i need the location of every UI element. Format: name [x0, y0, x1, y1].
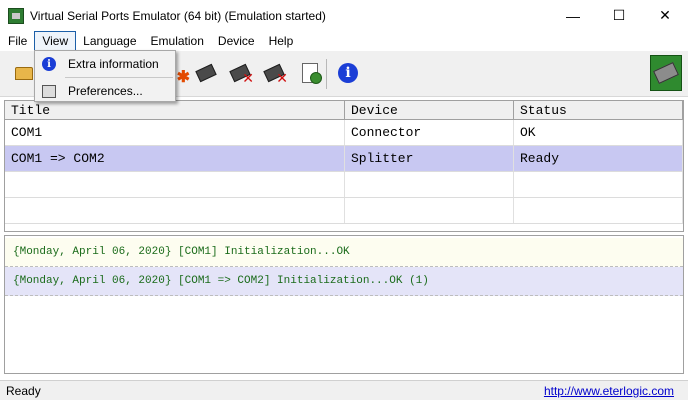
- log-settings-icon[interactable]: [298, 61, 322, 85]
- device-settings-icon[interactable]: [194, 61, 218, 85]
- empty-row: [5, 172, 683, 198]
- empty-cell: [5, 198, 345, 223]
- cell-title: COM1 => COM2: [5, 146, 345, 171]
- menu-emulation[interactable]: Emulation: [144, 31, 211, 51]
- cell-status: Ready: [514, 146, 683, 171]
- menu-item-label: Extra information: [68, 57, 159, 71]
- minimize-button[interactable]: —: [550, 0, 596, 31]
- cell-status: OK: [514, 120, 683, 145]
- cell-title: COM1: [5, 120, 345, 145]
- menu-file[interactable]: File: [1, 31, 34, 51]
- cell-device: Connector: [345, 120, 514, 145]
- empty-cell: [345, 172, 514, 197]
- empty-cell: [514, 172, 683, 197]
- menu-language[interactable]: Language: [76, 31, 143, 51]
- menu-view[interactable]: View: [34, 31, 77, 51]
- column-device[interactable]: Device: [345, 101, 514, 119]
- window-controls: — ☐ ✕: [550, 0, 688, 31]
- table-row[interactable]: COM1 Connector OK: [5, 120, 683, 146]
- column-status[interactable]: Status: [514, 101, 683, 119]
- app-icon: [8, 7, 24, 24]
- menu-extra-information[interactable]: i Extra information: [35, 52, 175, 76]
- delete-all-devices-icon[interactable]: ✕: [262, 61, 288, 87]
- close-button[interactable]: ✕: [642, 0, 688, 31]
- log-line: {Monday, April 06, 2020} [COM1] Initiali…: [5, 238, 683, 267]
- column-title[interactable]: Title: [5, 101, 345, 119]
- info-icon: i: [41, 56, 57, 72]
- menu-bar: File View Language Emulation Device Help: [0, 31, 688, 51]
- serial-port-logo-icon: [650, 55, 682, 91]
- empty-row: [5, 198, 683, 224]
- open-folder-icon[interactable]: [12, 61, 36, 85]
- info-icon[interactable]: i: [336, 61, 360, 85]
- menu-help[interactable]: Help: [262, 31, 301, 51]
- menu-preferences[interactable]: Preferences...: [35, 79, 175, 103]
- table-row-selected[interactable]: COM1 => COM2 Splitter Ready: [5, 146, 683, 172]
- view-dropdown-menu: i Extra information Preferences...: [34, 50, 176, 102]
- menu-item-label: Preferences...: [68, 84, 143, 98]
- status-bar: Ready http://www.eterlogic.com: [0, 380, 688, 400]
- menu-separator: [65, 77, 173, 78]
- empty-cell: [514, 198, 683, 223]
- log-panel[interactable]: {Monday, April 06, 2020} [COM1] Initiali…: [4, 235, 684, 374]
- device-table: Title Device Status COM1 Connector OK CO…: [4, 100, 684, 232]
- log-line: {Monday, April 06, 2020} [COM1 => COM2] …: [5, 267, 683, 296]
- toolbar-separator: [326, 59, 327, 89]
- status-text: Ready: [6, 384, 41, 398]
- cell-device: Splitter: [345, 146, 514, 171]
- maximize-button[interactable]: ☐: [596, 0, 642, 31]
- title-bar: Virtual Serial Ports Emulator (64 bit) (…: [0, 0, 688, 31]
- website-link[interactable]: http://www.eterlogic.com: [544, 384, 674, 398]
- empty-cell: [345, 198, 514, 223]
- delete-device-icon[interactable]: ✕: [228, 61, 254, 87]
- empty-cell: [5, 172, 345, 197]
- menu-device[interactable]: Device: [211, 31, 262, 51]
- preferences-icon: [41, 83, 57, 99]
- window-title: Virtual Serial Ports Emulator (64 bit) (…: [30, 8, 326, 23]
- table-header: Title Device Status: [5, 101, 683, 120]
